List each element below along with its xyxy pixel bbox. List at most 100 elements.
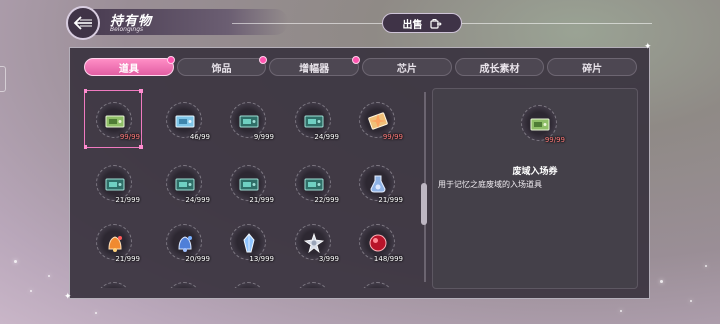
slot-frame <box>96 282 132 288</box>
tab-label: 增幅器 <box>299 63 330 75</box>
item-slot[interactable]: 21/999 <box>224 159 274 209</box>
tab-fragments[interactable]: 碎片 <box>547 58 638 76</box>
item-slot[interactable]: 21/999 <box>90 159 140 209</box>
sparkle <box>690 300 692 302</box>
ticket-teal-icon <box>105 178 125 191</box>
ticket-gold-icon <box>368 112 388 130</box>
sparkle <box>30 290 32 292</box>
ticket-teal-icon <box>304 115 324 128</box>
tab-items[interactable]: 道具 <box>84 56 175 76</box>
item-count: 21/999 <box>378 196 403 204</box>
item-count: 21/999 <box>249 196 274 204</box>
ticket-green-icon <box>105 115 125 128</box>
sell-button[interactable]: 出售 <box>382 13 462 33</box>
item-count: 24/999 <box>314 133 339 141</box>
scrollbar-thumb[interactable] <box>421 183 427 225</box>
slot-frame <box>166 282 202 288</box>
item-slot[interactable]: 99/99 <box>353 96 403 146</box>
tab-amplifiers[interactable]: 增幅器 <box>269 56 361 76</box>
selection-corner <box>84 145 87 149</box>
tab-chips[interactable]: 芯片 <box>362 58 452 76</box>
blue-crystal-icon <box>243 233 255 253</box>
item-slot[interactable]: 21/999 <box>353 159 403 209</box>
tab-growth-materials[interactable]: 成长素材 <box>454 58 545 76</box>
ticket-teal-icon <box>175 178 195 191</box>
item-slot[interactable]: 20/999 <box>160 218 210 268</box>
side-handle[interactable] <box>0 66 6 92</box>
new-badge-icon <box>352 56 361 64</box>
slot-frame <box>295 282 331 288</box>
sell-button-label: 出售 <box>402 19 423 31</box>
selection-corner <box>139 89 143 93</box>
tab-accessories[interactable]: 饰品 <box>176 56 268 76</box>
tab-label: 成长素材 <box>479 63 520 75</box>
item-slot[interactable]: 24/999 <box>289 96 339 146</box>
detail-item-icon-slot: 99/99 <box>515 99 565 149</box>
blue-bell-icon <box>178 236 192 252</box>
item-slot[interactable]: 46/99 <box>160 96 210 146</box>
item-slot[interactable]: 24/999 <box>160 159 210 209</box>
item-slot[interactable] <box>289 276 339 288</box>
item-count: 99/99 <box>382 133 403 141</box>
panel-sparkle-icon: ✦ <box>64 292 72 302</box>
item-slot[interactable] <box>90 276 140 288</box>
silver-ornament-icon <box>303 232 325 254</box>
header-divider <box>232 23 382 24</box>
item-slot[interactable] <box>224 276 274 288</box>
detail-item-description: 用于记忆之庭废域的入场道具 <box>438 180 542 189</box>
item-count: 24/999 <box>185 196 210 204</box>
item-slot[interactable] <box>160 276 210 288</box>
selection-corner <box>139 145 143 149</box>
sparkle <box>14 260 17 263</box>
sparkle <box>620 310 622 312</box>
item-slot[interactable]: 3/999 <box>289 218 339 268</box>
detail-item-count: 99/99 <box>544 136 565 144</box>
panel-sparkle-icon: ✦ <box>644 42 652 52</box>
item-slot[interactable]: 148/999 <box>353 218 403 268</box>
item-count: 3/999 <box>318 255 339 263</box>
item-count: 21/999 <box>115 255 140 263</box>
item-count: 99/99 <box>119 133 140 141</box>
red-gem-icon <box>369 234 387 252</box>
back-arrow-icon <box>73 16 92 30</box>
item-slot[interactable]: 13/999 <box>224 218 274 268</box>
slot-frame <box>230 282 266 288</box>
item-count: 21/999 <box>115 196 140 204</box>
new-badge-icon <box>166 56 175 64</box>
sparkle <box>705 265 707 267</box>
item-slot[interactable]: 9/999 <box>224 96 274 146</box>
tab-label: 碎片 <box>582 63 603 75</box>
item-grid: 99/99 46/99 9/999 24/999 99/99 21/999 24/999 21… <box>84 88 414 288</box>
item-count: 20/999 <box>185 255 210 263</box>
item-count: 9/999 <box>253 133 274 141</box>
slot-frame <box>359 282 395 288</box>
ticket-teal-icon <box>239 115 259 128</box>
back-button[interactable] <box>66 6 100 40</box>
orange-bell-icon <box>108 236 122 252</box>
page-subtitle: Belongings <box>110 26 144 33</box>
tab-label: 道具 <box>118 63 139 75</box>
sparkle <box>660 280 663 283</box>
item-count: 46/99 <box>189 133 210 141</box>
tab-label: 饰品 <box>211 63 232 75</box>
category-tabs: 道具 饰品 增幅器 芯片 成长素材 碎片 <box>84 56 638 76</box>
item-slot[interactable]: 99/99 <box>84 89 143 149</box>
item-count: 148/999 <box>373 255 403 263</box>
ticket-teal-icon <box>239 178 259 191</box>
ticket-green-icon <box>530 118 550 131</box>
tab-label: 芯片 <box>396 63 417 75</box>
header-divider <box>462 23 652 24</box>
selection-corner <box>84 89 87 93</box>
item-slot[interactable]: 21/999 <box>90 218 140 268</box>
item-slot[interactable]: 22/999 <box>289 159 339 209</box>
item-slot[interactable] <box>353 276 403 288</box>
crystal-flask-icon <box>370 175 386 193</box>
bag-export-icon <box>429 18 442 29</box>
item-count: 13/999 <box>249 255 274 263</box>
ticket-blue-icon <box>175 115 195 128</box>
ticket-teal-icon <box>304 178 324 191</box>
detail-item-name: 废域入场券 <box>512 167 558 177</box>
sparkle <box>95 312 97 314</box>
item-count: 22/999 <box>314 196 339 204</box>
new-badge-icon <box>259 56 268 64</box>
